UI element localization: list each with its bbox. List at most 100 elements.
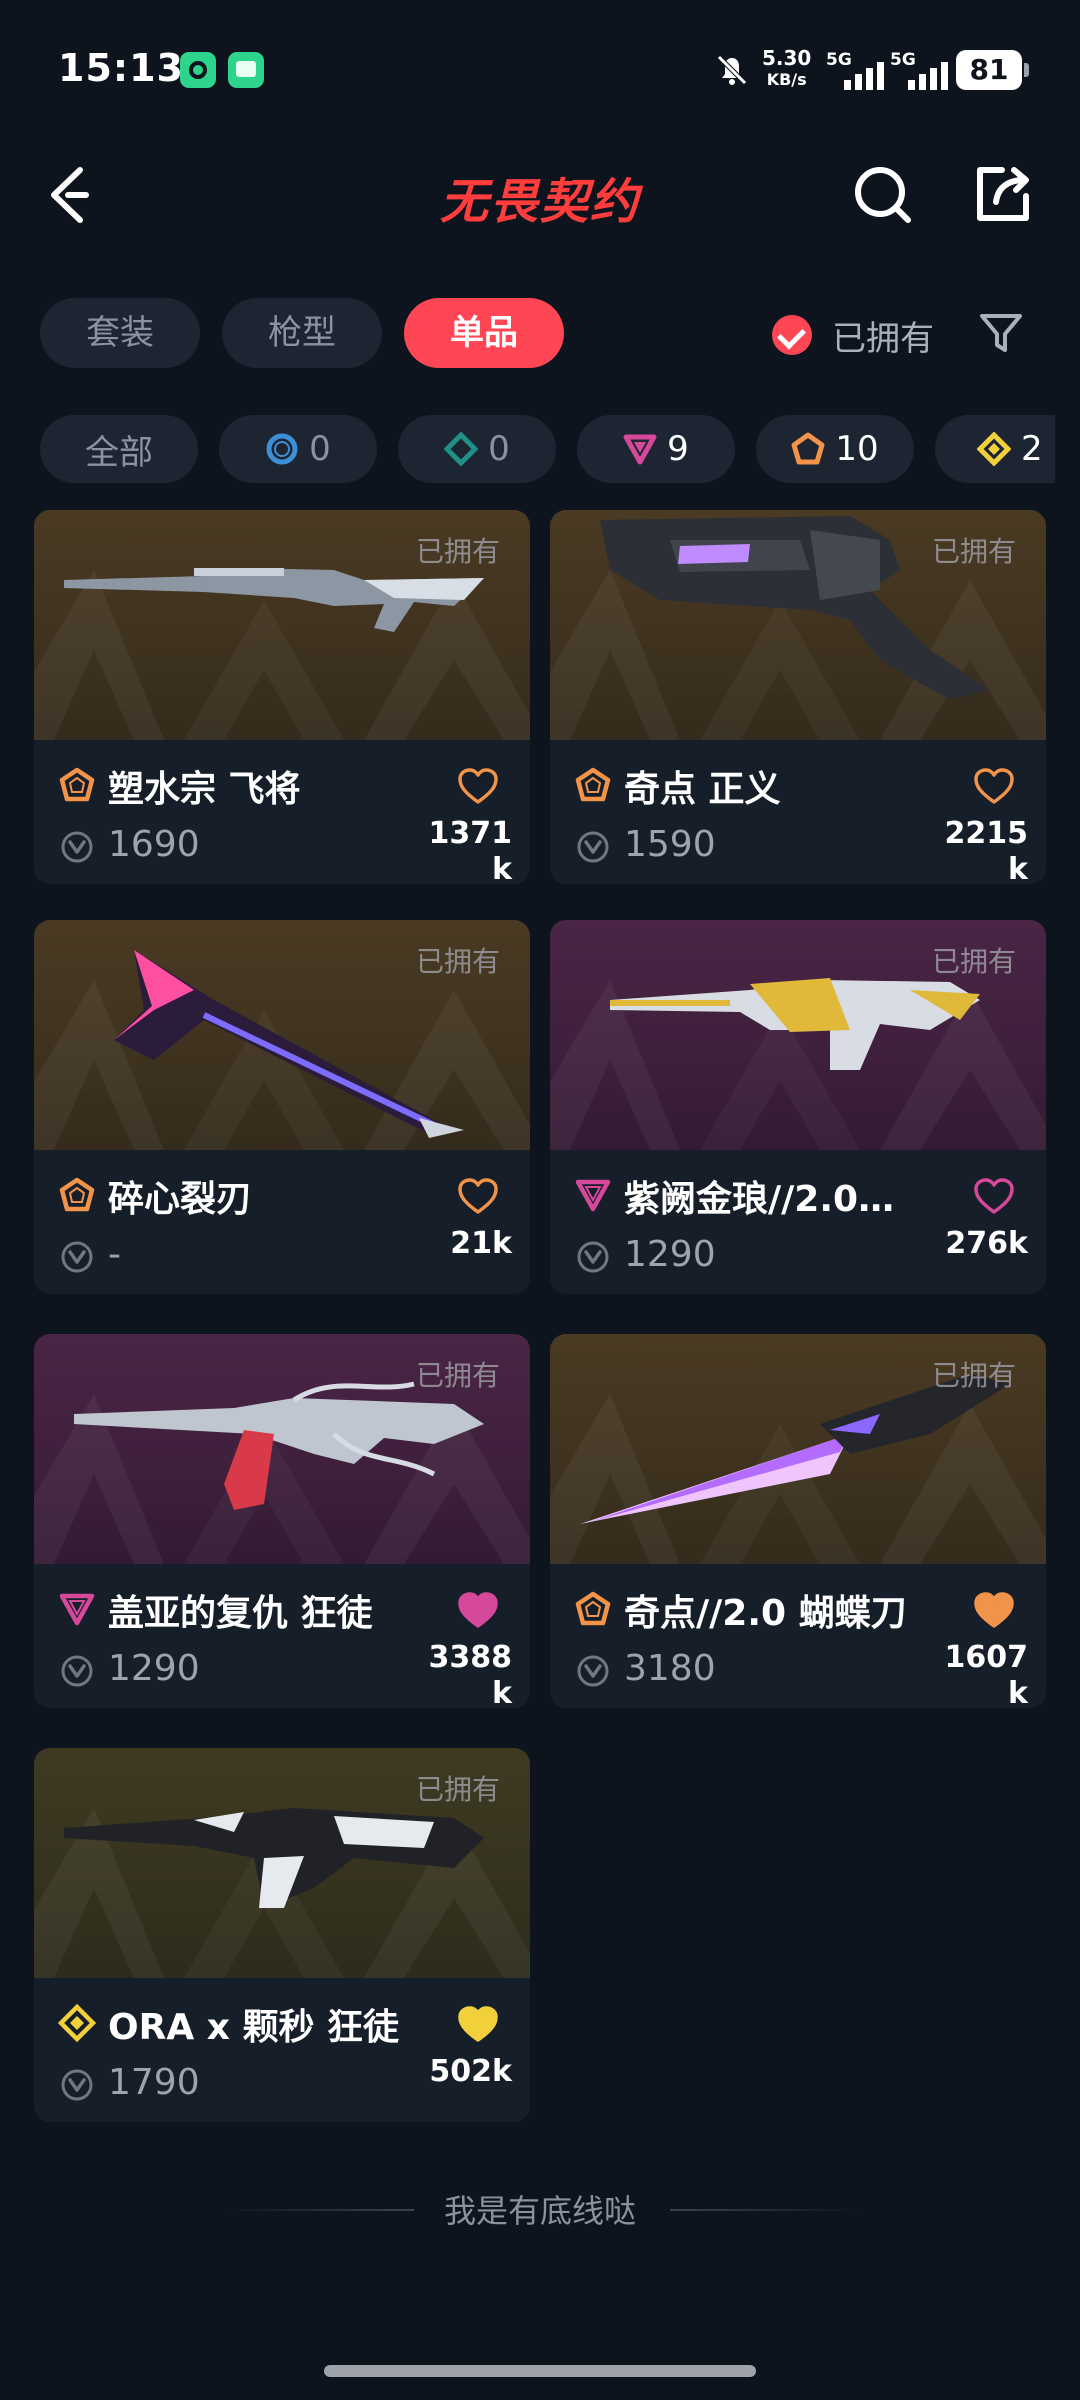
item-likes-count: 3388k (428, 1640, 513, 1708)
heart-filled-icon[interactable] (456, 2004, 500, 2044)
rarity-chip-ultra-count: 2 (1021, 429, 1043, 469)
checkmark-icon (772, 315, 812, 355)
item-price: 1690 (108, 824, 200, 865)
deluxe-tier-icon (444, 432, 479, 466)
rarity-chip-premium[interactable]: 9 (577, 415, 735, 483)
exclusive-tier-icon (59, 767, 95, 802)
item-artwork: 已拥有 (34, 920, 530, 1150)
ultra-tier-icon (977, 432, 1011, 466)
item-likes-count: 276k (945, 1226, 1028, 1261)
exclusive-tier-icon (791, 432, 825, 465)
item-price: 1790 (108, 2062, 200, 2103)
rarity-chip-deluxe-count: 0 (488, 429, 510, 469)
app-header: 无畏契约 (0, 140, 1080, 250)
camera-app-icon (180, 52, 216, 88)
owned-badge: 已拥有 (931, 1359, 1016, 1392)
item-artwork: 已拥有 (550, 510, 1046, 740)
filter-funnel-icon[interactable] (978, 310, 1024, 356)
premium-tier-icon (623, 434, 657, 465)
item-card[interactable]: 已拥有 盖亚的复仇 狂徒 1290 3388k (34, 1334, 530, 1708)
rarity-chip-all-label: 全部 (85, 432, 153, 473)
battery-level: 81 (956, 50, 1029, 90)
valorant-points-icon (577, 1655, 609, 1687)
valorant-points-icon (577, 831, 609, 863)
item-likes-count: 2215k (944, 816, 1029, 884)
signal-bars-icon (844, 62, 884, 90)
valorant-points-icon (577, 1241, 609, 1273)
item-likes-count: 21k (450, 1226, 512, 1261)
rarity-chip-exclusive[interactable]: 10 (756, 415, 914, 483)
item-card[interactable]: 已拥有 紫阙金琅//2.0… 1290 276k (550, 920, 1046, 1294)
signal-strength-1: 5G (826, 50, 890, 90)
item-likes-count: 1371k (428, 816, 513, 884)
status-time: 15:13 (58, 46, 184, 90)
item-price: 1290 (108, 1648, 200, 1689)
heart-outline-icon[interactable] (456, 1176, 500, 1216)
owned-filter-label: 已拥有 (832, 318, 934, 359)
item-card[interactable]: 已拥有 塑水宗 飞将 1690 1371k (34, 510, 530, 884)
rarity-chip-ultra[interactable]: 2 (935, 415, 1055, 483)
owned-badge: 已拥有 (415, 1359, 500, 1392)
tab-weapon-type[interactable]: 枪型 (222, 298, 382, 368)
rarity-chip-all[interactable]: 全部 (40, 415, 198, 483)
share-icon[interactable] (968, 160, 1038, 230)
signal-strength-2: 5G (890, 50, 954, 90)
heart-outline-icon[interactable] (972, 766, 1016, 806)
status-bar: 15:13 5.30 KB/s 5G 5G 81 (0, 0, 1080, 140)
list-end-text: 我是有底线哒 (443, 2192, 636, 2230)
item-price: 3180 (624, 1648, 716, 1689)
item-name: 奇点 正义 (624, 769, 781, 810)
heart-filled-icon[interactable] (972, 1590, 1016, 1630)
item-artwork: 已拥有 (550, 1334, 1046, 1564)
home-indicator[interactable] (324, 2365, 756, 2377)
signal-bars-icon (908, 62, 948, 90)
item-name: 塑水宗 飞将 (108, 769, 301, 810)
owned-badge: 已拥有 (415, 535, 500, 568)
item-name: ORA x 颗秒 狂徒 (108, 2007, 400, 2048)
network-speed-value: 5.30 (762, 46, 812, 70)
item-card[interactable]: 已拥有 奇点 正义 1590 2215k (550, 510, 1046, 884)
rarity-chip-premium-count: 9 (667, 429, 689, 469)
rarity-chip-deluxe[interactable]: 0 (398, 415, 556, 483)
exclusive-tier-icon (575, 1591, 611, 1626)
owned-badge: 已拥有 (415, 1773, 500, 1806)
item-card[interactable]: 已拥有 ORA x 颗秒 狂徒 1790 502k (34, 1748, 530, 2122)
ultra-tier-icon (58, 2004, 96, 2042)
network-speed: 5.30 KB/s (762, 48, 811, 90)
item-artwork: 已拥有 (550, 920, 1046, 1150)
item-name: 紫阙金琅//2.0… (624, 1179, 895, 1220)
valorant-points-icon (61, 1241, 93, 1273)
item-card[interactable]: 已拥有 奇点//2.0 蝴蝶刀 3180 1607k (550, 1334, 1046, 1708)
item-likes-count: 1607k (944, 1640, 1029, 1708)
bell-muted-icon (717, 55, 747, 85)
valorant-points-icon (61, 831, 93, 863)
heart-filled-icon[interactable] (456, 1590, 500, 1630)
page-title: 无畏契约 (439, 174, 640, 230)
rarity-chip-select[interactable]: 0 (219, 415, 377, 483)
item-artwork: 已拥有 (34, 1748, 530, 1978)
heart-outline-icon[interactable] (972, 1176, 1016, 1216)
item-name: 奇点//2.0 蝴蝶刀 (624, 1593, 907, 1634)
item-price: - (108, 1234, 121, 1275)
owned-badge: 已拥有 (415, 945, 500, 978)
valorant-points-icon (61, 1655, 93, 1687)
item-price: 1590 (624, 824, 716, 865)
item-name: 碎心裂刃 (108, 1179, 253, 1220)
exclusive-tier-icon (59, 1177, 95, 1212)
rarity-chip-select-count: 0 (309, 429, 331, 469)
item-artwork: 已拥有 (34, 1334, 530, 1564)
rarity-chip-exclusive-count: 10 (835, 429, 879, 469)
footer-divider-right (670, 2209, 860, 2211)
item-artwork: 已拥有 (34, 510, 530, 740)
premium-tier-icon (59, 1593, 95, 1626)
message-app-icon (228, 52, 264, 88)
valorant-points-icon (61, 2069, 93, 2101)
search-icon[interactable] (848, 160, 918, 230)
heart-outline-icon[interactable] (456, 766, 500, 806)
owned-filter-toggle[interactable]: 已拥有 (772, 305, 934, 365)
network-speed-unit: KB/s (766, 70, 807, 89)
tab-bundles[interactable]: 套装 (40, 298, 200, 368)
select-tier-icon (266, 433, 298, 465)
tab-single-item[interactable]: 单品 (404, 298, 564, 368)
item-card[interactable]: 已拥有 碎心裂刃 - 21k (34, 920, 530, 1294)
